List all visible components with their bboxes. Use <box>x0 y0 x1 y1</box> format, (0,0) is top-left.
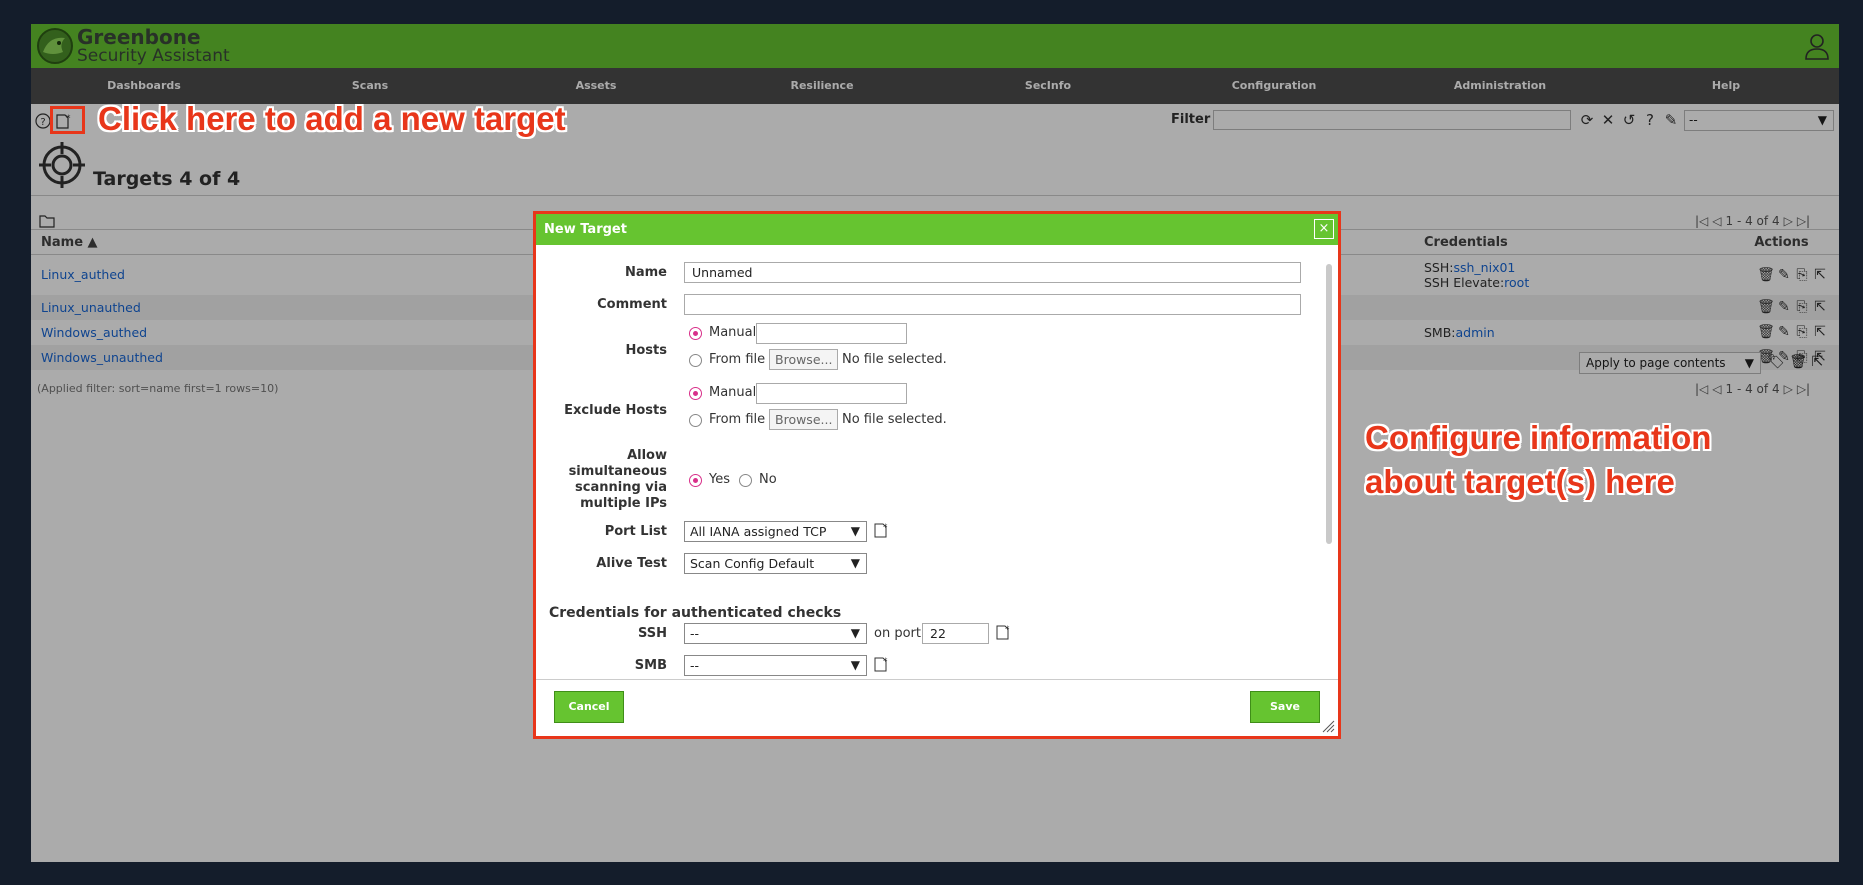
on-port-label: on port <box>874 626 921 641</box>
dialog-body: Name Unnamed Comment Hosts Manual From f… <box>536 245 1326 683</box>
new-target-dialog: New Target × Name Unnamed Comment Hosts … <box>533 211 1341 739</box>
annotation-add-target: Click here to add a new target <box>98 100 566 137</box>
hosts-file-label: From file <box>709 352 766 367</box>
exclude-browse-button[interactable]: Browse... <box>769 409 839 430</box>
ssh-label: SSH <box>637 626 667 641</box>
hosts-manual-label: Manual <box>709 325 757 340</box>
allow-label-line: Allow <box>627 448 667 463</box>
credentials-heading: Credentials for authenticated checks <box>549 605 842 621</box>
smb-label: SMB <box>634 658 667 673</box>
alive-test-label: Alive Test <box>596 556 667 571</box>
allow-label-line: scanning via <box>575 480 667 495</box>
svg-text:*: * <box>883 523 888 533</box>
exclude-file-radio[interactable] <box>689 414 702 427</box>
annotation-highlight-box <box>50 106 85 134</box>
allow-yes-label: Yes <box>709 472 730 487</box>
exclude-manual-label: Manual <box>709 385 757 400</box>
alive-test-select[interactable]: Scan Config Default ▼ <box>684 553 867 574</box>
ssh-credential-select[interactable]: -- ▼ <box>684 623 867 644</box>
hosts-no-file: No file selected. <box>842 352 947 367</box>
hosts-manual-input[interactable] <box>756 323 907 344</box>
port-list-select[interactable]: All IANA assigned TCP ▼ <box>684 521 867 542</box>
exclude-file-label: From file <box>709 412 766 427</box>
dialog-footer: Cancel Save <box>536 679 1338 736</box>
svg-text:*: * <box>883 657 888 667</box>
alive-test-value: Scan Config Default <box>690 556 815 571</box>
exclude-manual-input[interactable] <box>756 383 907 404</box>
annotation-configure-line1: Configure information <box>1365 419 1712 456</box>
allow-yes-radio[interactable] <box>689 474 702 487</box>
allow-no-label: No <box>759 472 777 487</box>
comment-label: Comment <box>597 297 667 312</box>
new-credential-icon[interactable]: * <box>996 624 1011 640</box>
port-list-value: All IANA assigned TCP <box>690 524 827 539</box>
exclude-no-file: No file selected. <box>842 412 947 427</box>
smb-credential-select[interactable]: -- ▼ <box>684 655 867 676</box>
dialog-scrollbar[interactable] <box>1326 264 1332 544</box>
new-port-list-icon[interactable]: * <box>874 522 889 538</box>
ssh-port-input[interactable]: 22 <box>922 623 989 644</box>
hosts-browse-button[interactable]: Browse... <box>769 349 839 370</box>
allow-label-line: simultaneous <box>568 464 667 479</box>
name-input[interactable]: Unnamed <box>684 262 1301 283</box>
ssh-credential-value: -- <box>690 626 700 641</box>
hosts-manual-radio[interactable] <box>689 327 702 340</box>
annotation-configure-line2: about target(s) here <box>1365 463 1675 500</box>
svg-text:*: * <box>1005 625 1010 635</box>
chevron-down-icon: ▼ <box>850 658 860 672</box>
dialog-title: New Target <box>544 222 627 237</box>
allow-label-line: multiple IPs <box>580 496 667 511</box>
allow-no-radio[interactable] <box>739 474 752 487</box>
exclude-manual-radio[interactable] <box>689 387 702 400</box>
close-icon[interactable]: × <box>1314 219 1334 239</box>
exclude-hosts-label: Exclude Hosts <box>564 403 667 418</box>
cancel-button[interactable]: Cancel <box>554 691 624 723</box>
new-credential-icon[interactable]: * <box>874 656 889 672</box>
port-list-label: Port List <box>604 524 667 539</box>
comment-input[interactable] <box>684 294 1301 315</box>
chevron-down-icon: ▼ <box>850 524 860 538</box>
dialog-header: New Target <box>536 214 1338 245</box>
smb-credential-value: -- <box>690 658 700 673</box>
save-button[interactable]: Save <box>1250 691 1320 723</box>
hosts-file-radio[interactable] <box>689 354 702 367</box>
allow-simultaneous-label: Allow simultaneous scanning via multiple… <box>536 448 667 512</box>
chevron-down-icon: ▼ <box>850 556 860 570</box>
resize-grip-icon[interactable] <box>1321 719 1335 733</box>
chevron-down-icon: ▼ <box>850 626 860 640</box>
name-label: Name <box>624 265 667 280</box>
hosts-label: Hosts <box>625 343 667 358</box>
